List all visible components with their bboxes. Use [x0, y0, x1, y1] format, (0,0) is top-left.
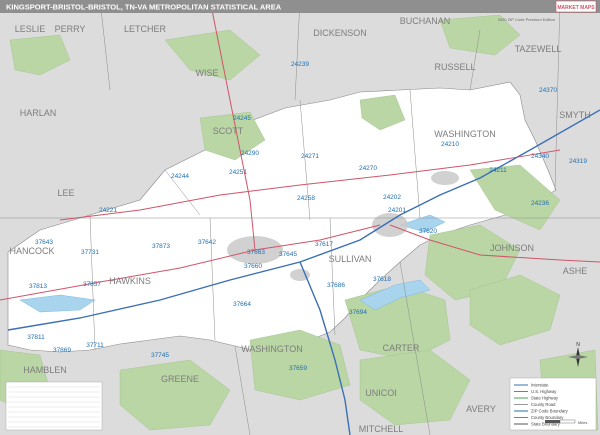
zip-label: 37711 [86, 342, 104, 349]
zip-label: 37618 [373, 276, 391, 283]
legend-label: U.S. Highway [531, 389, 557, 394]
msa-map: KINGSPORT-BRISTOL-BRISTOL, TN-VA METROPO… [0, 0, 600, 435]
county-label: HAMBLEN [23, 365, 67, 375]
zip-label: 24244 [171, 173, 189, 180]
legend-label: County Road [531, 402, 556, 407]
county-label: GREENE [161, 374, 199, 384]
county-label: TAZEWELL [515, 44, 562, 54]
zip-label: 37811 [27, 334, 45, 341]
county-label: SULLIVAN [329, 254, 372, 264]
svg-text:MARKET MAPS: MARKET MAPS [557, 5, 595, 11]
zip-label: 24270 [359, 165, 377, 172]
zip-label: 37873 [152, 243, 170, 250]
zip-label: 24290 [241, 150, 259, 157]
zip-label: 37686 [327, 282, 345, 289]
county-label: JOHNSON [490, 243, 534, 253]
zip-label: 37731 [81, 249, 99, 256]
county-label: PERRY [55, 24, 86, 34]
zip-label: 37745 [151, 352, 169, 359]
zip-label: 37660 [244, 263, 262, 270]
county-label: HAWKINS [109, 276, 151, 286]
legend-label: State Highway [531, 396, 559, 401]
county-label: LETCHER [124, 24, 167, 34]
zip-label: 37645 [279, 251, 297, 258]
zip-label: 24370 [539, 87, 557, 94]
svg-text:Miles: Miles [578, 420, 587, 425]
zip-label: 37694 [349, 309, 367, 316]
zip-label: 37643 [35, 239, 53, 246]
county-label: RUSSELL [434, 62, 475, 72]
zip-label: 24271 [301, 153, 319, 160]
zip-label: 24251 [229, 169, 247, 176]
zip-label: 37659 [289, 365, 307, 372]
legend-label: ZIP Code Boundary [531, 409, 569, 414]
zip-label: 24319 [569, 158, 587, 165]
zip-label: 37857 [83, 281, 101, 288]
county-label: SMYTH [559, 110, 591, 120]
zip-label: 24210 [441, 141, 459, 148]
map-title: KINGSPORT-BRISTOL-BRISTOL, TN-VA METROPO… [6, 3, 282, 12]
county-label: UNICOI [365, 388, 397, 398]
county-label: CARTER [383, 343, 420, 353]
zip-label: 37617 [315, 241, 333, 248]
county-label: HANCOCK [9, 246, 54, 256]
zip-label: 37813 [29, 283, 47, 290]
zip-label: 37663 [247, 249, 265, 256]
legend-label: Interstate [531, 383, 549, 388]
county-label: DICKENSON [313, 28, 367, 38]
svg-text:N: N [576, 342, 580, 348]
county-label: LEE [57, 188, 74, 198]
county-label: WISE [195, 68, 218, 78]
zip-label: 24340 [531, 153, 549, 160]
legend-label: County Boundary [531, 415, 564, 420]
zip-label: 37869 [53, 347, 71, 354]
edition-label: 2020 ZIP Code Premium Edition [498, 17, 555, 22]
county-label: SCOTT [213, 126, 244, 136]
county-label: BUCHANAN [400, 16, 451, 26]
publisher-logo: MARKET MAPS [555, 0, 597, 13]
county-label: AVERY [466, 404, 496, 414]
zip-label: 37642 [198, 239, 216, 246]
zip-index-table [5, 381, 103, 431]
zip-label: 24258 [297, 195, 315, 202]
county-label: LESLIE [15, 24, 46, 34]
zip-label: 37664 [233, 301, 251, 308]
county-label: MITCHELL [359, 424, 404, 434]
zip-label: 24245 [233, 115, 251, 122]
zip-label: 24236 [531, 200, 549, 207]
zip-label: 24201 [388, 207, 406, 214]
county-label: WASHINGTON [434, 129, 496, 139]
zip-label: 37620 [419, 228, 437, 235]
zip-label: 24221 [99, 207, 117, 214]
county-label: HARLAN [20, 108, 57, 118]
zip-label: 24239 [291, 61, 309, 68]
zip-label: 24202 [383, 194, 401, 201]
county-label: ASHE [563, 266, 588, 276]
zip-label: 24211 [489, 167, 507, 174]
county-label: WASHINGTON [241, 344, 303, 354]
